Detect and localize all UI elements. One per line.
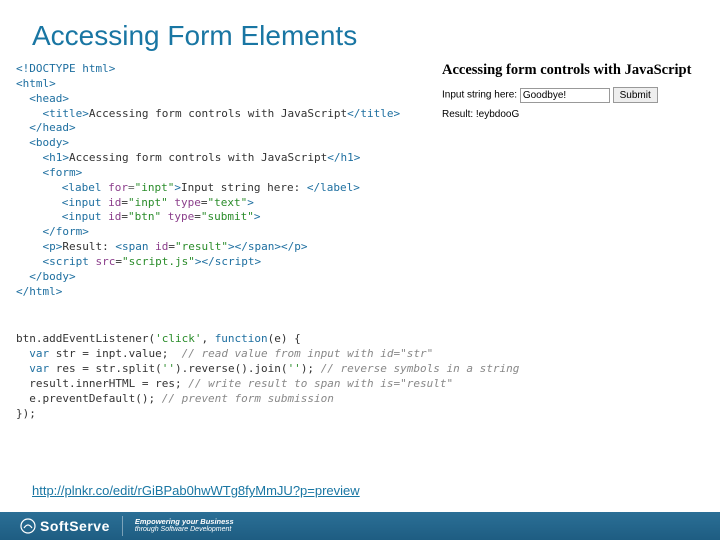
code-val: "btn" [128,210,161,223]
preview-panel: Accessing form controls with JavaScript … [442,62,712,120]
code-line: <html> [16,77,56,90]
code-text: result.innerHTML = res; [29,377,188,390]
code-tag: > [174,181,181,194]
softserve-logo-icon [20,518,36,534]
code-str: '' [288,362,301,375]
code-tag: script [215,255,255,268]
code-text: str = inpt.value; [49,347,181,360]
code-text: btn.addEventListener( [16,332,155,345]
preview-result-value: !eybdooG [476,109,519,120]
footer-tagline-1: Empowering your Business [135,518,234,526]
preview-text-input[interactable] [520,88,610,103]
code-str: 'click' [155,332,201,345]
code-text: res = str.split( [49,362,162,375]
html-code-block: <!DOCTYPE html> <html> <head> <title>Acc… [16,62,400,300]
code-text: ).reverse().join( [175,362,288,375]
code-tag: > [254,255,261,268]
code-tag: <p> [43,240,63,253]
preview-result-label: Result: [442,109,476,120]
code-tag: ></ [195,255,215,268]
code-tag: </label> [307,181,360,194]
code-str: '' [162,362,175,375]
code-tag: <script [43,255,89,268]
code-val: "inpt" [135,181,175,194]
slide-title: Accessing Form Elements [0,0,720,62]
code-tag: <label [62,181,102,194]
code-line: </head> [29,121,75,134]
footer-brand-text: SoftServe [40,518,110,534]
code-comment: // write result to span with is="result" [188,377,453,390]
code-tag: <title> [43,107,89,120]
code-val: "script.js" [122,255,195,268]
code-attr: type [168,196,201,209]
code-attr: id [102,210,122,223]
code-text: Accessing form controls with JavaScript [69,151,327,164]
code-tag: <span [115,240,148,253]
preview-label: Input string here: [442,90,517,101]
code-line: <head> [29,92,69,105]
code-line: <!DOCTYPE html> [16,62,115,75]
code-text: }); [16,407,36,420]
code-tag: <h1> [43,151,70,164]
code-tag: <input [62,210,102,223]
code-attr: id [148,240,168,253]
code-tag: </h1> [327,151,360,164]
code-text: ); [301,362,321,375]
code-comment: // prevent form submission [162,392,334,405]
code-text: e.preventDefault(); [29,392,161,405]
code-val: "inpt" [128,196,168,209]
js-code-block: btn.addEventListener('click', function(e… [16,318,704,422]
code-comment: // reverse symbols in a string [321,362,520,375]
code-kw: var [29,347,49,360]
footer-logo: SoftServe [0,518,110,534]
code-attr: type [161,210,194,223]
code-line: </html> [16,285,62,298]
code-attr: id [102,196,122,209]
code-val: "text" [208,196,248,209]
plnkr-link[interactable]: http://plnkr.co/edit/rGiBPab0hwWTg8fyMmJ… [32,483,360,498]
code-text: , [201,332,214,345]
code-tag: > [254,210,261,223]
code-tag: ></span></p> [228,240,307,253]
code-text: Accessing form controls with JavaScript [89,107,347,120]
code-val: "result" [175,240,228,253]
code-kw: function [215,332,268,345]
preview-submit-button[interactable] [613,87,658,103]
code-line: <body> [29,136,69,149]
code-text: (e) { [268,332,301,345]
code-val: "submit" [201,210,254,223]
preview-result-line: Result: !eybdooG [442,109,712,120]
code-line: </form> [43,225,89,238]
footer-bar: SoftServe Empowering your Business throu… [0,512,720,540]
code-punct: = [128,181,135,194]
footer-tagline: Empowering your Business through Softwar… [135,518,234,534]
code-attr: for [102,181,129,194]
footer-tagline-2: through Software Development [135,526,234,534]
code-tag: > [247,196,254,209]
code-tag: <input [62,196,102,209]
code-attr: src [89,255,116,268]
code-comment: // read value from input with id="str" [182,347,434,360]
code-line: <form> [43,166,83,179]
code-text: Input string here: [181,181,307,194]
reference-link-row: http://plnkr.co/edit/rGiBPab0hwWTg8fyMmJ… [32,483,360,498]
code-tag: </title> [347,107,400,120]
footer-divider [122,516,123,536]
preview-heading: Accessing form controls with JavaScript [442,62,712,79]
code-text: Result: [62,240,115,253]
code-kw: var [29,362,49,375]
code-line: </body> [29,270,75,283]
